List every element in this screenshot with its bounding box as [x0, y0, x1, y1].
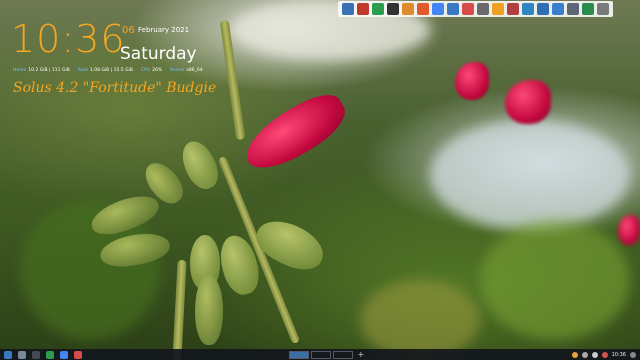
screen-icon[interactable] [522, 3, 534, 15]
tray-clock[interactable]: 10:36 [612, 352, 626, 358]
trash-icon[interactable] [597, 3, 609, 15]
distro-label: Solus 4.2 "Fortitude" Budgie [13, 80, 217, 96]
clock-weekday: Saturday [120, 44, 197, 64]
green-bud [175, 136, 225, 194]
battery-icon[interactable] [601, 351, 608, 358]
power-icon[interactable] [630, 351, 636, 358]
store-icon[interactable] [462, 3, 474, 15]
check-icon[interactable] [582, 3, 594, 15]
blue-icon[interactable] [537, 3, 549, 15]
clock-day-number: 06 [122, 25, 135, 36]
flower-stem [172, 259, 187, 360]
firefox-icon[interactable] [417, 3, 429, 15]
clock-month-year: February 2021 [138, 26, 190, 34]
workspace-2[interactable] [311, 350, 332, 359]
update-icon[interactable] [571, 351, 578, 358]
red-flower-bud [455, 62, 489, 100]
workspace-switcher: + [289, 350, 364, 359]
green-icon[interactable] [372, 3, 384, 15]
mail-icon[interactable] [552, 3, 564, 15]
volume-icon[interactable] [591, 351, 598, 358]
chrome-icon[interactable] [432, 3, 444, 15]
system-stats: Home 10.2 GiB | 111 GiB Root 1.08 GiB | 15… [13, 68, 203, 73]
red-flower-bud [236, 85, 354, 180]
network-icon[interactable] [581, 351, 588, 358]
media-icon[interactable] [74, 350, 82, 359]
menu-icon[interactable] [4, 350, 12, 359]
app-icon-red[interactable] [357, 3, 369, 15]
files-icon[interactable] [18, 350, 26, 359]
launcher-group [0, 350, 82, 359]
clock-time: 10:36 [11, 17, 126, 61]
folder-icon[interactable] [402, 3, 414, 15]
workspace-1[interactable] [289, 350, 310, 359]
stat-kernel: Kernel x86_64 [170, 68, 203, 73]
red-flower-bud [505, 80, 551, 124]
window-icon[interactable] [342, 3, 354, 15]
tool-icon[interactable] [477, 3, 489, 15]
stat-home: Home 10.2 GiB | 111 GiB [13, 68, 70, 73]
stat-root: Root 1.08 GiB | 15.5 GiB [77, 68, 133, 73]
system-tray: 10:36 [571, 351, 640, 358]
background-blur [360, 280, 480, 360]
workspace-3[interactable] [333, 350, 354, 359]
bottom-panel: + 10:36 [0, 349, 640, 360]
monitor-icon[interactable] [567, 3, 579, 15]
stat-cpu: CPU 26% [140, 68, 163, 73]
background-blur [480, 220, 630, 340]
top-dock [338, 1, 613, 17]
terminal-icon[interactable] [387, 3, 399, 15]
settings-icon[interactable] [447, 3, 459, 15]
add-workspace-button[interactable]: + [357, 350, 364, 359]
background-blur [430, 120, 630, 230]
browser-icon[interactable] [60, 350, 68, 359]
software-icon[interactable] [46, 350, 54, 359]
terminal-icon[interactable] [32, 350, 40, 359]
red-flower-bud [618, 215, 640, 245]
green-bud [195, 275, 223, 345]
sun-icon[interactable] [492, 3, 504, 15]
music-icon[interactable] [507, 3, 519, 15]
